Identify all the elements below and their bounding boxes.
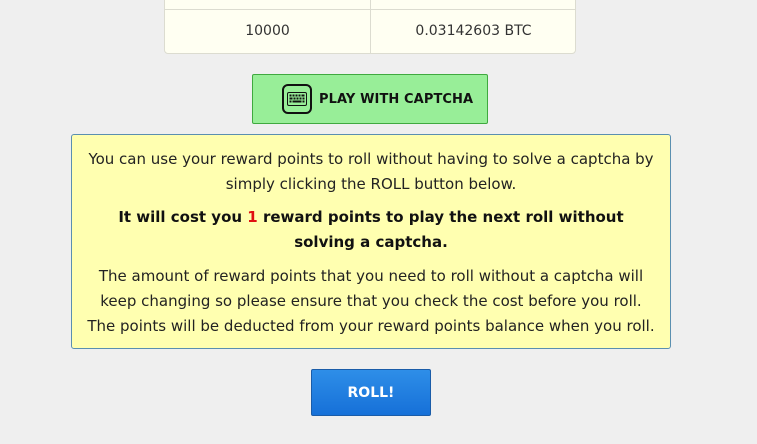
- no-captcha-info-box: You can use your reward points to roll w…: [71, 134, 671, 349]
- info-paragraph-3: The amount of reward points that you nee…: [87, 267, 655, 335]
- page: 10000 0.03142603 BTC PLAY WITH CAPTCHA Y…: [0, 0, 757, 444]
- cost-value: 1: [247, 208, 258, 226]
- cost-prefix: It will cost you: [118, 208, 248, 226]
- roll-button[interactable]: ROLL!: [311, 369, 431, 416]
- cost-statement: It will cost you 1 reward points to play…: [86, 205, 656, 255]
- payout-cell: 0.03142603 BTC: [415, 23, 532, 39]
- info-paragraph-1: You can use your reward points to roll w…: [88, 150, 654, 193]
- play-with-captcha-label: PLAY WITH CAPTCHA: [319, 91, 474, 107]
- keyboard-icon: [282, 84, 312, 114]
- payout-table: 10000 0.03142603 BTC: [164, 0, 576, 54]
- cost-suffix: reward points to play the next roll with…: [257, 208, 624, 251]
- play-with-captcha-button[interactable]: PLAY WITH CAPTCHA: [252, 74, 488, 124]
- roll-value-cell: 10000: [245, 23, 290, 39]
